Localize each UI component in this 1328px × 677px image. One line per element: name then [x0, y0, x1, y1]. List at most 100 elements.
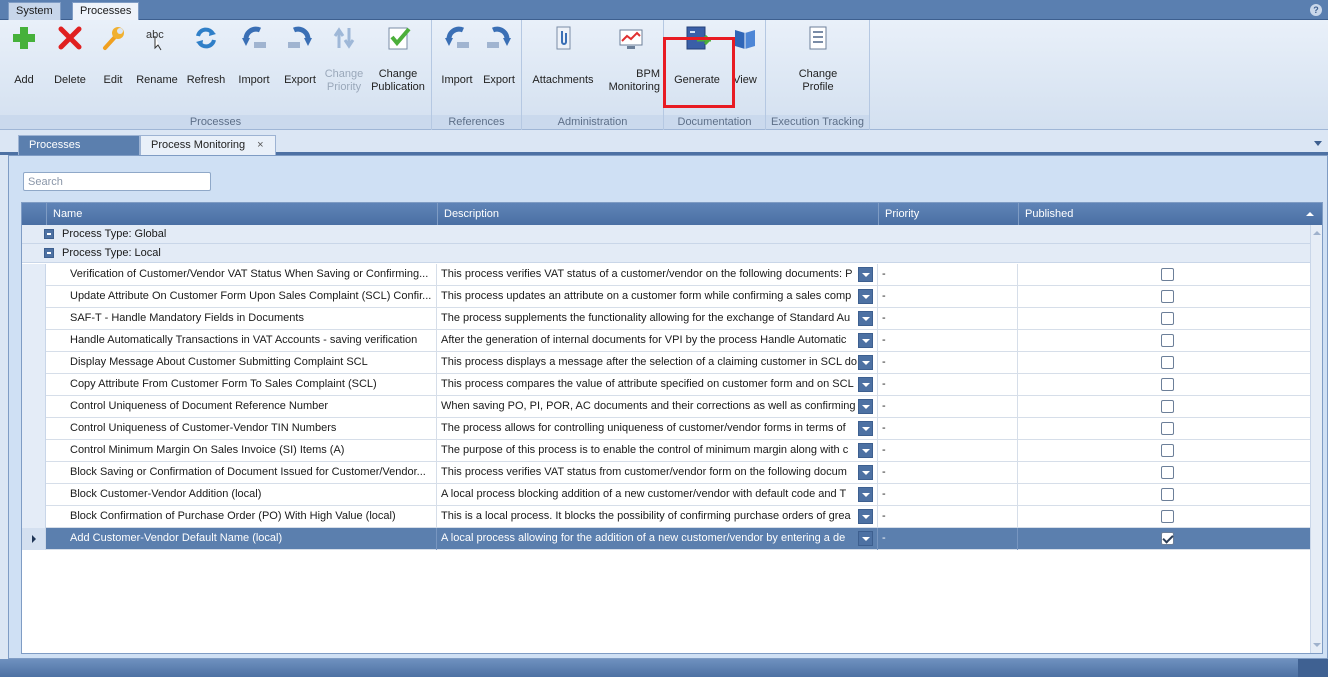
cell-description[interactable]: When saving PO, PI, POR, AC documents an… — [437, 396, 878, 418]
cell-name[interactable]: SAF-T - Handle Mandatory Fields in Docum… — [46, 308, 437, 330]
scroll-down-icon[interactable] — [1313, 643, 1321, 647]
tab-system[interactable]: System — [8, 2, 61, 20]
scroll-up-icon[interactable] — [1313, 231, 1321, 235]
table-row[interactable]: Control Minimum Margin On Sales Invoice … — [22, 440, 1312, 462]
cell-name[interactable]: Verification of Customer/Vendor VAT Stat… — [46, 264, 437, 286]
published-checkbox[interactable] — [1161, 466, 1174, 479]
description-dropdown-button[interactable] — [858, 465, 873, 480]
cell-priority[interactable]: - — [878, 308, 1018, 330]
column-header-published[interactable]: Published — [1018, 203, 1322, 225]
row-indicator[interactable] — [22, 374, 46, 396]
published-checkbox[interactable] — [1161, 532, 1174, 545]
description-dropdown-button[interactable] — [858, 487, 873, 502]
column-header-name[interactable]: Name — [46, 203, 437, 225]
cell-name[interactable]: Block Customer-Vendor Addition (local) — [46, 484, 437, 506]
delete-button[interactable]: Delete — [50, 24, 90, 87]
description-dropdown-button[interactable] — [858, 443, 873, 458]
cell-priority[interactable]: - — [878, 264, 1018, 286]
table-row[interactable]: Update Attribute On Customer Form Upon S… — [22, 286, 1312, 308]
cell-description[interactable]: This process displays a message after th… — [437, 352, 878, 374]
cell-name[interactable]: Control Uniqueness of Customer-Vendor TI… — [46, 418, 437, 440]
cell-priority[interactable]: - — [878, 374, 1018, 396]
table-row[interactable]: Add Customer-Vendor Default Name (local)… — [22, 528, 1312, 550]
row-indicator[interactable] — [22, 396, 46, 418]
cell-name[interactable]: Update Attribute On Customer Form Upon S… — [46, 286, 437, 308]
references-import-button[interactable]: Import — [438, 24, 476, 87]
table-row[interactable]: Block Saving or Confirmation of Document… — [22, 462, 1312, 484]
chevron-down-icon[interactable] — [1314, 141, 1322, 146]
cell-name[interactable]: Handle Automatically Transactions in VAT… — [46, 330, 437, 352]
cell-description[interactable]: The process supplements the functionalit… — [437, 308, 878, 330]
references-export-button[interactable]: Export — [480, 24, 518, 87]
attachments-button[interactable]: Attachments — [528, 24, 598, 87]
published-checkbox[interactable] — [1161, 268, 1174, 281]
cell-description[interactable]: This process updates an attribute on a c… — [437, 286, 878, 308]
tab-processes[interactable]: Processes — [72, 2, 140, 20]
table-row[interactable]: Block Customer-Vendor Addition (local) A … — [22, 484, 1312, 506]
cell-description[interactable]: After the generation of internal documen… — [437, 330, 878, 352]
table-row[interactable]: Handle Automatically Transactions in VAT… — [22, 330, 1312, 352]
published-checkbox[interactable] — [1161, 400, 1174, 413]
table-row[interactable]: Control Uniqueness of Customer-Vendor TI… — [22, 418, 1312, 440]
published-checkbox[interactable] — [1161, 356, 1174, 369]
change-profile-button[interactable]: Change Profile — [792, 24, 844, 94]
published-checkbox[interactable] — [1161, 290, 1174, 303]
cell-description[interactable]: This process compares the value of attri… — [437, 374, 878, 396]
description-dropdown-button[interactable] — [858, 531, 873, 546]
cell-description[interactable]: This is a local process. It blocks the p… — [437, 506, 878, 528]
row-indicator[interactable] — [22, 484, 46, 506]
refresh-button[interactable]: Refresh — [184, 24, 228, 87]
cell-priority[interactable]: - — [878, 352, 1018, 374]
cell-priority[interactable]: - — [878, 462, 1018, 484]
table-row[interactable]: Block Confirmation of Purchase Order (PO… — [22, 506, 1312, 528]
row-indicator[interactable] — [22, 418, 46, 440]
description-dropdown-button[interactable] — [858, 421, 873, 436]
cell-name[interactable]: Copy Attribute From Customer Form To Sal… — [46, 374, 437, 396]
bpm-monitoring-button[interactable]: BPM Monitoring — [602, 24, 660, 94]
group-row-global[interactable]: Process Type: Global — [22, 225, 1312, 244]
cell-priority[interactable]: - — [878, 286, 1018, 308]
description-dropdown-button[interactable] — [858, 289, 873, 304]
description-dropdown-button[interactable] — [858, 377, 873, 392]
cell-name[interactable]: Control Uniqueness of Document Reference… — [46, 396, 437, 418]
published-checkbox[interactable] — [1161, 488, 1174, 501]
published-checkbox[interactable] — [1161, 510, 1174, 523]
group-row-local[interactable]: Process Type: Local — [22, 244, 1312, 263]
cell-description[interactable]: This process verifies VAT status from cu… — [437, 462, 878, 484]
collapse-group-icon[interactable] — [44, 248, 54, 258]
table-row[interactable]: Display Message About Customer Submittin… — [22, 352, 1312, 374]
row-indicator[interactable] — [22, 528, 46, 550]
change-priority-button[interactable]: Change Priority — [322, 24, 366, 94]
cell-priority[interactable]: - — [878, 484, 1018, 506]
description-dropdown-button[interactable] — [858, 355, 873, 370]
column-header-priority[interactable]: Priority — [878, 203, 1018, 225]
help-icon[interactable]: ? — [1310, 4, 1322, 16]
table-row[interactable]: Copy Attribute From Customer Form To Sal… — [22, 374, 1312, 396]
change-publication-button[interactable]: Change Publication — [370, 24, 426, 94]
tab-processes-list[interactable]: Processes — [18, 135, 140, 155]
description-dropdown-button[interactable] — [858, 311, 873, 326]
description-dropdown-button[interactable] — [858, 509, 873, 524]
description-dropdown-button[interactable] — [858, 399, 873, 414]
cell-description[interactable]: The purpose of this process is to enable… — [437, 440, 878, 462]
edit-button[interactable]: Edit — [98, 24, 128, 87]
row-indicator[interactable] — [22, 462, 46, 484]
cell-description[interactable]: The process allows for controlling uniqu… — [437, 418, 878, 440]
add-button[interactable]: Add — [6, 24, 42, 87]
published-checkbox[interactable] — [1161, 378, 1174, 391]
row-indicator[interactable] — [22, 440, 46, 462]
cell-name[interactable]: Display Message About Customer Submittin… — [46, 352, 437, 374]
cell-description[interactable]: This process verifies VAT status of a cu… — [437, 264, 878, 286]
cell-description[interactable]: A local process blocking addition of a n… — [437, 484, 878, 506]
export-button[interactable]: Export — [278, 24, 322, 87]
cell-priority[interactable]: - — [878, 440, 1018, 462]
table-row[interactable]: Control Uniqueness of Document Reference… — [22, 396, 1312, 418]
cell-priority[interactable]: - — [878, 528, 1018, 550]
description-dropdown-button[interactable] — [858, 267, 873, 282]
cell-name[interactable]: Add Customer-Vendor Default Name (local) — [46, 528, 437, 550]
published-checkbox[interactable] — [1161, 422, 1174, 435]
table-row[interactable]: SAF-T - Handle Mandatory Fields in Docum… — [22, 308, 1312, 330]
cell-priority[interactable]: - — [878, 506, 1018, 528]
row-indicator[interactable] — [22, 506, 46, 528]
description-dropdown-button[interactable] — [858, 333, 873, 348]
